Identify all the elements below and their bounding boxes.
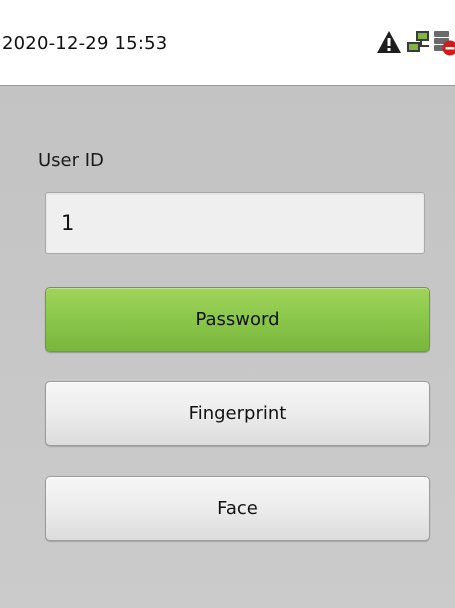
password-button-label: Password <box>195 309 280 330</box>
fingerprint-button[interactable]: Fingerprint <box>45 381 430 446</box>
face-button-label: Face <box>217 498 258 519</box>
user-id-label: User ID <box>38 150 104 171</box>
fingerprint-button-label: Fingerprint <box>188 403 287 424</box>
face-button[interactable]: Face <box>45 476 430 541</box>
status-bar: 2020-12-29 15:53 <box>0 0 455 86</box>
network-icon <box>407 31 429 52</box>
password-button[interactable]: Password <box>45 287 430 352</box>
warning-icon <box>377 31 401 53</box>
datetime-display: 2020-12-29 15:53 <box>2 33 168 54</box>
server-offline-icon <box>434 31 455 56</box>
user-id-field[interactable]: 1 <box>45 192 425 254</box>
user-id-value: 1 <box>61 211 75 235</box>
